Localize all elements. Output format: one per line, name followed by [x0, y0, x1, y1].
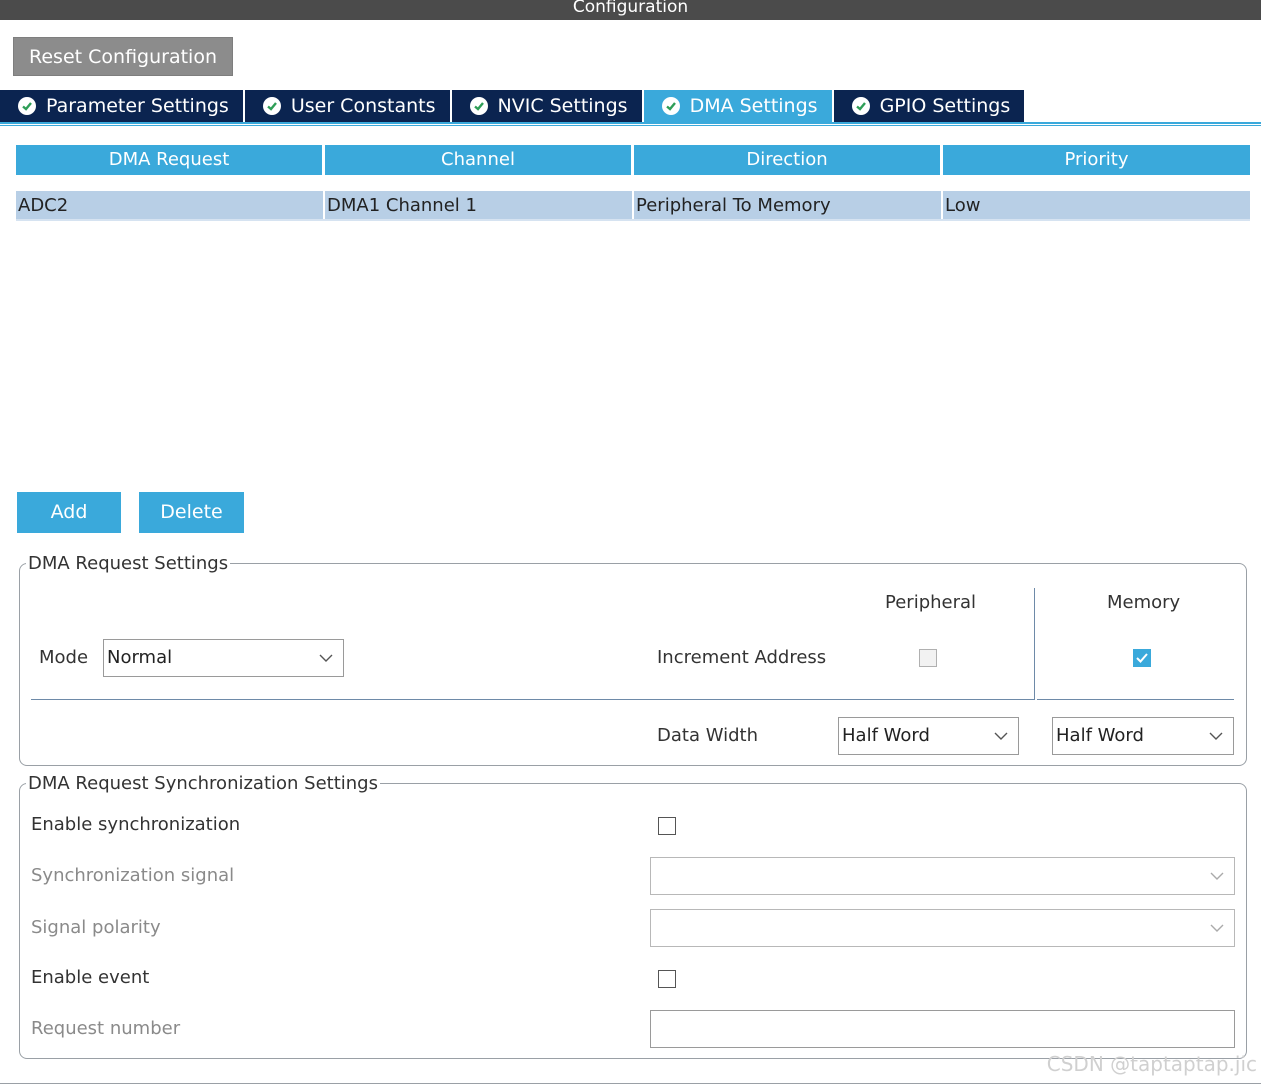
peripheral-column-label: Peripheral — [885, 592, 977, 613]
table-row[interactable]: ADC2 DMA1 Channel 1 Peripheral To Memory… — [16, 191, 1250, 221]
signal-polarity-label: Signal polarity — [31, 917, 161, 938]
enable-event-checkbox[interactable] — [658, 970, 676, 988]
check-circle-icon — [262, 97, 281, 115]
cell-priority: Low — [945, 195, 981, 216]
chevron-down-icon — [1210, 924, 1224, 932]
tab-label: User Constants — [290, 95, 436, 117]
enable-event-label: Enable event — [31, 967, 150, 988]
check-circle-icon — [851, 97, 870, 115]
tab-nvic-settings[interactable]: NVIC Settings — [451, 90, 644, 122]
cell-dma-request: ADC2 — [16, 191, 325, 219]
tab-parameter-settings[interactable]: Parameter Settings — [0, 90, 245, 122]
cell-direction: Peripheral To Memory — [634, 191, 943, 219]
check-circle-icon — [661, 97, 680, 115]
chevron-down-icon — [319, 654, 333, 662]
tab-label: GPIO Settings — [879, 95, 1011, 117]
tab-gpio-settings[interactable]: GPIO Settings — [833, 90, 1027, 122]
tab-dma-settings[interactable]: DMA Settings — [643, 90, 834, 122]
group-legend: DMA Request Synchronization Settings — [28, 773, 378, 794]
peripheral-data-width-select[interactable]: Half Word — [838, 717, 1019, 755]
check-circle-icon — [469, 97, 488, 115]
enable-sync-checkbox[interactable] — [658, 817, 676, 835]
reset-configuration-button[interactable]: Reset Configuration — [13, 37, 233, 76]
bottom-border — [0, 1083, 1261, 1084]
column-header-channel[interactable]: Channel — [325, 145, 634, 175]
memory-data-width-select[interactable]: Half Word — [1052, 717, 1234, 755]
row-divider — [31, 699, 1034, 700]
peripheral-data-width-value: Half Word — [842, 725, 930, 746]
window-title: Configuration — [0, 0, 1261, 20]
add-button[interactable]: Add — [17, 492, 121, 533]
mode-select[interactable]: Normal — [103, 639, 344, 677]
tab-label: NVIC Settings — [497, 95, 628, 117]
dma-request-table: DMA Request Channel Direction Priority A… — [16, 145, 1250, 221]
data-width-label: Data Width — [657, 725, 758, 746]
column-header-priority[interactable]: Priority — [943, 145, 1250, 175]
tab-label: Parameter Settings — [46, 95, 229, 117]
memory-increment-checkbox[interactable] — [1133, 649, 1151, 667]
chevron-down-icon — [1209, 732, 1223, 740]
sync-signal-select[interactable] — [650, 857, 1235, 895]
request-number-input[interactable] — [650, 1010, 1235, 1048]
chevron-down-icon — [1210, 872, 1224, 880]
column-divider — [1034, 588, 1035, 700]
tab-bar: Parameter Settings User Constants NVIC S… — [0, 90, 1027, 122]
group-legend: DMA Request Settings — [28, 553, 229, 574]
checkmark-icon — [1136, 653, 1148, 663]
table-header: DMA Request Channel Direction Priority — [16, 145, 1250, 175]
cell-channel: DMA1 Channel 1 — [325, 191, 634, 219]
row-divider — [1037, 699, 1234, 700]
delete-button[interactable]: Delete — [139, 492, 244, 533]
column-header-dma-request[interactable]: DMA Request — [16, 145, 325, 175]
tab-label: DMA Settings — [689, 95, 818, 117]
signal-polarity-select[interactable] — [650, 909, 1235, 947]
column-header-direction[interactable]: Direction — [634, 145, 943, 175]
peripheral-increment-checkbox[interactable] — [919, 649, 937, 667]
increment-address-label: Increment Address — [657, 647, 827, 668]
request-number-label: Request number — [31, 1018, 181, 1039]
memory-data-width-value: Half Word — [1056, 725, 1144, 746]
mode-label: Mode — [39, 647, 89, 668]
tab-underline — [0, 122, 1261, 126]
enable-sync-label: Enable synchronization — [31, 814, 241, 835]
sync-signal-label: Synchronization signal — [31, 865, 235, 886]
chevron-down-icon — [994, 732, 1008, 740]
watermark: CSDN @taptaptap.jic — [1046, 1052, 1257, 1076]
check-circle-icon — [18, 97, 36, 115]
tab-user-constants[interactable]: User Constants — [244, 90, 452, 122]
memory-column-label: Memory — [1107, 592, 1181, 613]
mode-value: Normal — [107, 647, 173, 668]
